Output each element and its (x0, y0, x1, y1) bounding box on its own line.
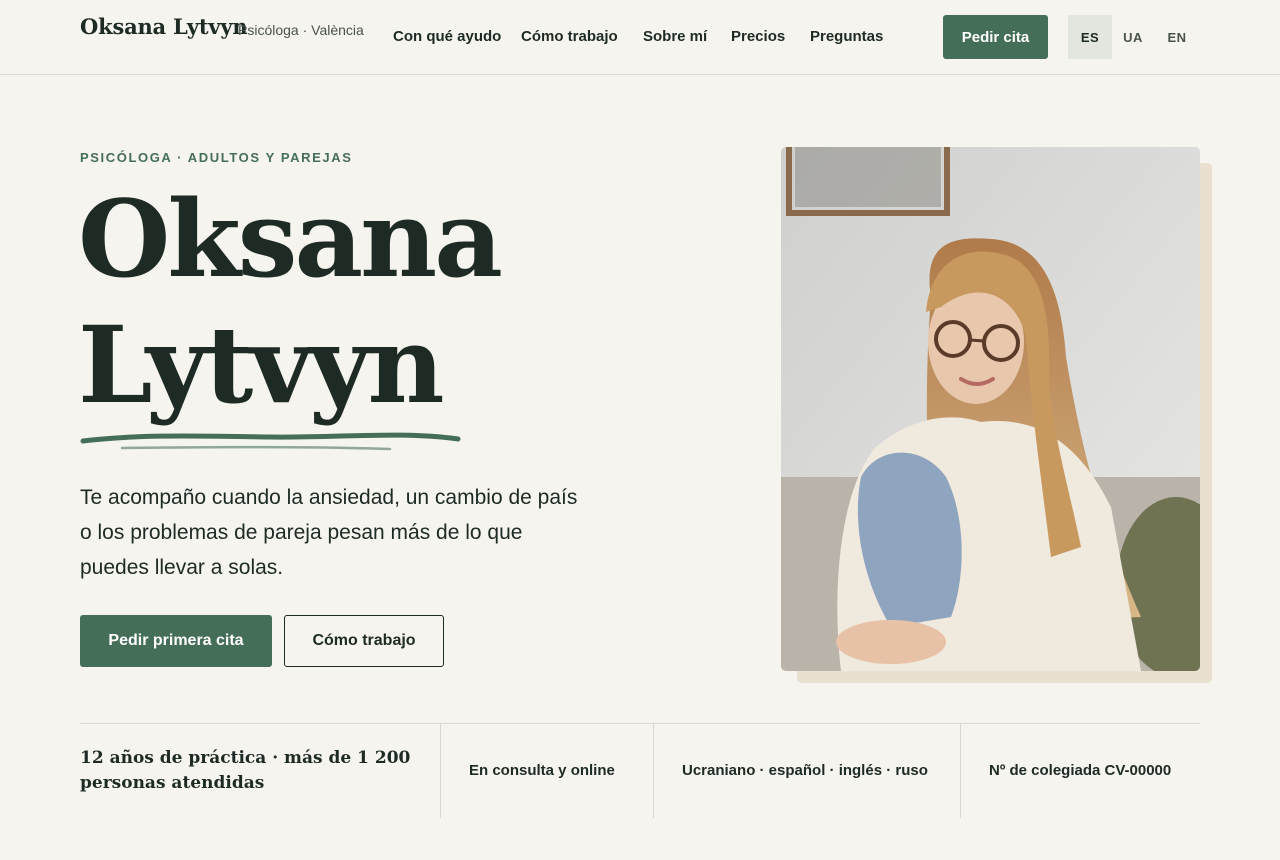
language-es-button[interactable]: ES (1068, 15, 1112, 59)
brand-tagline: Psicóloga · València (238, 22, 364, 38)
fact-license: Nº de colegiada CV-00000 (989, 762, 1172, 779)
nav-link-precios[interactable]: Precios (731, 28, 785, 45)
fact-divider (440, 724, 441, 818)
facts-divider-top (80, 723, 1200, 724)
portrait-photo (781, 147, 1200, 671)
fact-divider (653, 724, 654, 818)
how-i-work-button[interactable]: Cómo trabajo (284, 615, 444, 667)
hero-eyebrow: PSICÓLOGA · ADULTOS Y PAREJAS (80, 150, 353, 165)
brush-underline-decoration (80, 432, 461, 451)
hero-heading-line-2: Lytvyn (78, 302, 445, 427)
fact-languages: Ucraniano · español · inglés · ruso (682, 762, 928, 779)
brand-name[interactable]: Oksana Lytvyn (80, 14, 248, 39)
hero-heading: Oksana Lytvyn (78, 176, 503, 428)
fact-modality: En consulta y online (469, 762, 615, 779)
language-en-button[interactable]: EN (1155, 15, 1199, 59)
nav-link-como-trabajo[interactable]: Cómo trabajo (521, 28, 618, 45)
book-first-appointment-button[interactable]: Pedir primera cita (80, 615, 272, 667)
hero-heading-line-1: Oksana (78, 176, 503, 301)
fact-divider (960, 724, 961, 818)
hero-lead-text: Te acompaño cuando la ansiedad, un cambi… (80, 486, 578, 579)
nav-link-preguntas[interactable]: Preguntas (810, 28, 883, 45)
language-ua-button[interactable]: UA (1111, 15, 1155, 59)
site-header: Oksana Lytvyn Psicóloga · València Con q… (0, 0, 1280, 75)
nav-link-con-que-ayudo[interactable]: Con qué ayudo (393, 28, 501, 45)
fact-experience: 12 años de práctica · más de 1 200 perso… (80, 748, 411, 793)
nav-link-sobre-mi[interactable]: Sobre mí (643, 28, 707, 45)
header-book-button[interactable]: Pedir cita (943, 15, 1048, 59)
